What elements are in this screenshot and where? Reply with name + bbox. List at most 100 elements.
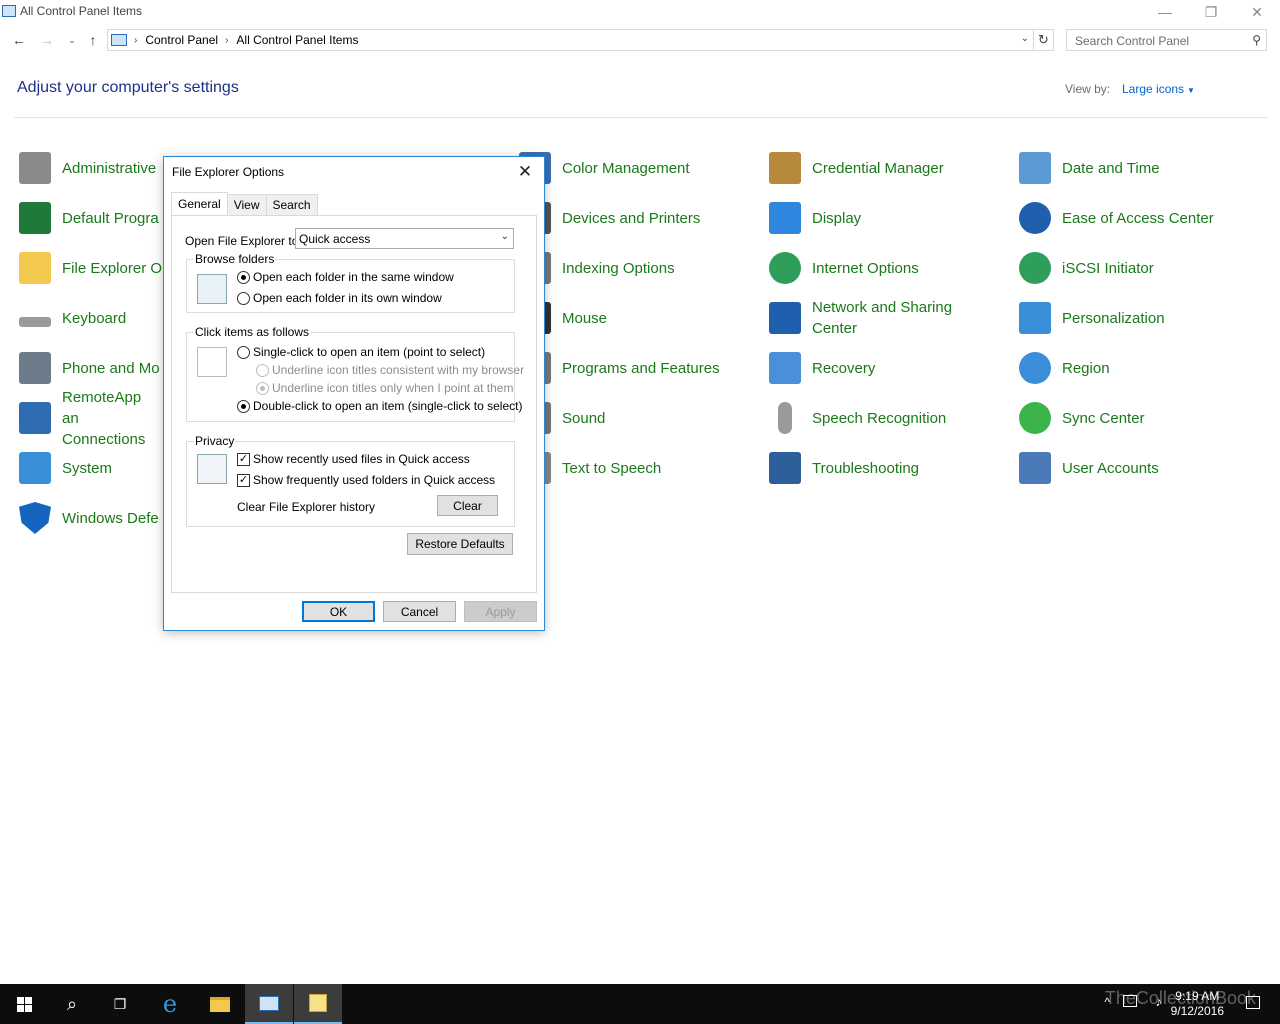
cp-item-sound[interactable]: Sound xyxy=(519,397,759,439)
radio-own-window[interactable] xyxy=(237,291,250,305)
window-title: All Control Panel Items xyxy=(20,4,143,18)
tab-search[interactable]: Search xyxy=(265,194,318,215)
search-input[interactable]: Search Control Panel ⚲ xyxy=(1066,29,1267,51)
forward-button[interactable]: → xyxy=(37,30,57,50)
clock[interactable]: 9:19 AM 9/12/2016 xyxy=(1171,989,1224,1019)
cp-item-user-accounts[interactable]: User Accounts xyxy=(1019,447,1259,489)
cp-item-text-to-speech[interactable]: Text to Speech xyxy=(519,447,759,489)
volume-icon[interactable]: ♪ xyxy=(1156,994,1163,1009)
action-center-icon[interactable] xyxy=(1246,996,1260,1009)
restore-defaults-button[interactable]: Restore Defaults xyxy=(407,533,513,555)
cp-item-personalization[interactable]: Personalization xyxy=(1019,297,1259,339)
cp-item-region[interactable]: Region xyxy=(1019,347,1259,389)
option-single-click[interactable]: Single-click to open an item (point to s… xyxy=(237,345,485,359)
radio-double-click[interactable] xyxy=(237,399,250,413)
cp-item-remoteapp[interactable]: RemoteApp an Connections xyxy=(19,389,169,448)
view-by-label: View by: xyxy=(1065,82,1111,96)
search-icon[interactable]: ⚲ xyxy=(1252,33,1261,47)
cp-item-iscsi-initiator[interactable]: iSCSI Initiator xyxy=(1019,247,1259,289)
minimize-button[interactable]: — xyxy=(1142,0,1188,24)
open-to-value: Quick access xyxy=(299,232,371,246)
cp-item-credential-manager[interactable]: Credential Manager xyxy=(769,147,1009,189)
cp-item-date-and-time[interactable]: Date and Time xyxy=(1019,147,1259,189)
cp-item-label: Sync Center xyxy=(1062,409,1145,427)
user-accounts-icon xyxy=(1019,452,1051,484)
option-recent-files[interactable]: ✓ Show recently used files in Quick acce… xyxy=(237,452,470,466)
privacy-legend: Privacy xyxy=(194,434,236,448)
cp-item-programs-and-features[interactable]: Programs and Features xyxy=(519,347,759,389)
cp-item-internet-options[interactable]: Internet Options xyxy=(769,247,1009,289)
open-to-select[interactable]: Quick access ⌄ xyxy=(295,228,514,249)
breadcrumb-all-items[interactable]: All Control Panel Items xyxy=(236,33,358,47)
cp-item-label: Troubleshooting xyxy=(812,459,920,477)
clear-history-button[interactable]: Clear xyxy=(437,495,498,516)
recovery-icon xyxy=(769,352,801,384)
cp-item-ease-of-access[interactable]: Ease of Access Center xyxy=(1019,197,1259,239)
clock-date: 9/12/2016 xyxy=(1170,1004,1224,1018)
restore-button[interactable]: ❐ xyxy=(1188,0,1234,24)
ok-button[interactable]: OK xyxy=(302,601,375,622)
dialog-tabs: General View Search xyxy=(171,192,318,215)
network-icon[interactable] xyxy=(1123,995,1137,1007)
cp-item-sync-center[interactable]: Sync Center xyxy=(1019,397,1259,439)
cp-item-label: RemoteApp an Connections xyxy=(62,388,146,448)
phone-and-modem-icon xyxy=(19,352,51,384)
option-own-window[interactable]: Open each folder in its own window xyxy=(237,291,442,305)
cp-item-label: iSCSI Initiator xyxy=(1062,259,1154,277)
divider xyxy=(14,117,1268,118)
option-same-window[interactable]: Open each folder in the same window xyxy=(237,270,454,284)
cp-item-recovery[interactable]: Recovery xyxy=(769,347,1009,389)
option-underline-browser[interactable]: Underline icon titles consistent with my… xyxy=(256,363,524,377)
radio-same-window[interactable] xyxy=(237,270,250,284)
cp-item-network-sharing-center[interactable]: Network and Sharing Center xyxy=(769,297,979,339)
view-by-value: Large icons xyxy=(1122,82,1185,96)
cp-item-devices-and-printers[interactable]: Devices and Printers xyxy=(519,197,759,239)
cancel-button[interactable]: Cancel xyxy=(383,601,456,622)
internet-explorer-icon[interactable]: e xyxy=(146,984,194,1024)
system-icon xyxy=(19,452,51,484)
file-explorer-taskbar-button[interactable] xyxy=(196,984,244,1024)
start-button[interactable] xyxy=(0,984,48,1024)
recent-locations-button[interactable]: ⌄ xyxy=(62,30,82,50)
task-view-button[interactable]: ❐ xyxy=(96,984,144,1024)
breadcrumb-separator[interactable]: › xyxy=(225,35,228,46)
troubleshooting-icon xyxy=(769,452,801,484)
search-taskbar-button[interactable]: ⌕ xyxy=(48,984,96,1024)
file-explorer-options-taskbar-button[interactable] xyxy=(294,984,342,1024)
breadcrumb-control-panel[interactable]: Control Panel xyxy=(145,33,218,47)
option-frequent-folders[interactable]: ✓ Show frequently used folders in Quick … xyxy=(237,473,495,487)
view-by-dropdown[interactable]: Large icons ▼ xyxy=(1122,82,1195,96)
chevron-down-icon: ▼ xyxy=(1187,86,1195,95)
checkbox-frequent-folders[interactable]: ✓ xyxy=(237,473,250,487)
show-hidden-icons-icon[interactable]: ^ xyxy=(1104,995,1110,1009)
option-underline-point[interactable]: Underline icon titles only when I point … xyxy=(256,381,513,395)
dialog-close-button[interactable]: ✕ xyxy=(514,161,536,183)
checkbox-recent-files[interactable]: ✓ xyxy=(237,452,250,466)
cp-item-indexing-options[interactable]: Indexing Options xyxy=(519,247,759,289)
tab-general[interactable]: General xyxy=(171,192,228,215)
option-double-click[interactable]: Double-click to open an item (single-cli… xyxy=(237,399,522,413)
cp-item-troubleshooting[interactable]: Troubleshooting xyxy=(769,447,1009,489)
cp-item-speech-recognition[interactable]: Speech Recognition xyxy=(769,397,1009,439)
option-recent-files-label: Show recently used files in Quick access xyxy=(253,452,470,466)
control-panel-taskbar-button[interactable] xyxy=(245,984,293,1024)
click-items-legend: Click items as follows xyxy=(194,325,311,339)
radio-underline-browser[interactable] xyxy=(256,363,269,377)
up-button[interactable]: ↑ xyxy=(83,30,103,50)
breadcrumb-separator[interactable]: › xyxy=(134,35,137,46)
cp-item-display[interactable]: Display xyxy=(769,197,1009,239)
cp-item-label: Programs and Features xyxy=(562,359,720,377)
cp-item-color-management[interactable]: Color Management xyxy=(519,147,759,189)
cp-item-label: Indexing Options xyxy=(562,259,675,277)
option-underline-browser-label: Underline icon titles consistent with my… xyxy=(272,363,525,377)
address-dropdown-icon[interactable]: ⌄ xyxy=(1021,33,1029,44)
radio-single-click[interactable] xyxy=(237,345,250,359)
address-bar[interactable]: › Control Panel › All Control Panel Item… xyxy=(107,29,1034,51)
tab-view[interactable]: View xyxy=(226,194,267,215)
cp-item-mouse[interactable]: Mouse xyxy=(519,297,759,339)
refresh-button[interactable]: ↻ xyxy=(1034,29,1054,51)
apply-button[interactable]: Apply xyxy=(464,601,537,622)
close-window-button[interactable]: ✕ xyxy=(1234,0,1280,24)
back-button[interactable]: ← xyxy=(9,30,29,50)
radio-underline-point[interactable] xyxy=(256,381,269,395)
